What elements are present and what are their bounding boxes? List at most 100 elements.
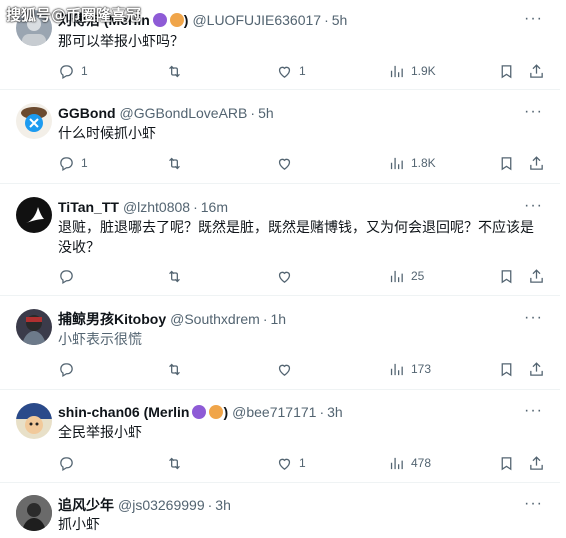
more-icon[interactable]: ··· bbox=[524, 104, 542, 125]
bookmark-button[interactable] bbox=[498, 153, 515, 173]
share-icon bbox=[530, 268, 543, 283]
reply-button[interactable]: 1 bbox=[58, 153, 88, 173]
more-icon[interactable]: ··· bbox=[524, 496, 542, 517]
views-button[interactable]: 173 bbox=[388, 359, 431, 379]
bookmark-button[interactable] bbox=[498, 359, 515, 379]
post-time[interactable]: 5h bbox=[332, 12, 348, 28]
post-actions: 1 1.8K bbox=[58, 153, 548, 173]
share-button[interactable] bbox=[528, 61, 545, 81]
more-icon[interactable]: ··· bbox=[524, 310, 542, 331]
avatar[interactable] bbox=[16, 403, 52, 439]
author-handle[interactable]: @GGBondLoveARB bbox=[120, 105, 248, 121]
repost-icon bbox=[169, 457, 180, 469]
reply-post[interactable]: GGBond @GGBondLoveARB · 5h ··· 什么时候抓小虾 1… bbox=[0, 91, 560, 184]
post-text: 抓小虾 bbox=[58, 517, 100, 533]
views-button[interactable]: 478 bbox=[388, 453, 431, 473]
share-button[interactable] bbox=[528, 153, 545, 173]
reply-post[interactable]: shin-chan06 (Merlin ) @bee717171 · 3h ··… bbox=[0, 391, 560, 483]
bookmark-button[interactable] bbox=[498, 266, 515, 286]
views-button[interactable]: 1.9K bbox=[388, 61, 436, 81]
like-count: 1 bbox=[299, 64, 306, 78]
like-button[interactable]: 1 bbox=[276, 61, 306, 81]
more-icon[interactable]: ··· bbox=[524, 11, 542, 32]
post-actions: 25 bbox=[58, 266, 548, 286]
wizard-badge-icon bbox=[169, 13, 184, 27]
avatar[interactable] bbox=[16, 103, 52, 139]
author-name[interactable]: GGBond bbox=[58, 105, 116, 121]
avatar[interactable] bbox=[16, 495, 52, 531]
views-count: 1.9K bbox=[411, 64, 436, 78]
like-icon bbox=[278, 458, 291, 470]
views-count: 478 bbox=[411, 456, 432, 470]
author-name[interactable]: 捕鲸男孩Kitoboy bbox=[58, 309, 166, 329]
more-icon[interactable]: ··· bbox=[524, 403, 542, 424]
like-button[interactable] bbox=[276, 153, 299, 173]
reply-button[interactable]: 1 bbox=[58, 61, 88, 81]
merlin-badge-icon bbox=[152, 13, 167, 27]
bookmark-icon bbox=[501, 362, 512, 376]
repost-button[interactable] bbox=[166, 61, 189, 81]
reply-count: 1 bbox=[81, 64, 88, 78]
repost-button[interactable] bbox=[166, 453, 189, 473]
author-handle[interactable]: @bee717171 bbox=[232, 404, 316, 420]
reply-icon bbox=[60, 362, 73, 377]
bookmark-button[interactable] bbox=[498, 61, 515, 81]
post-time[interactable]: 3h bbox=[327, 404, 343, 420]
reply-button[interactable] bbox=[58, 266, 81, 286]
more-icon[interactable]: ··· bbox=[524, 198, 542, 219]
views-button[interactable]: 25 bbox=[388, 266, 424, 286]
author-handle[interactable]: @Southxdrem bbox=[170, 311, 260, 327]
author-handle[interactable]: @LUOFUJIE636017 bbox=[192, 12, 321, 28]
bookmark-button[interactable] bbox=[498, 453, 515, 473]
author-handle[interactable]: @js03269999 bbox=[118, 497, 205, 513]
bookmark-icon bbox=[501, 156, 512, 170]
like-icon bbox=[278, 364, 291, 376]
author-name[interactable]: 追风少年 bbox=[58, 495, 114, 515]
separator-dot: · bbox=[319, 404, 325, 420]
author-name-suffix: ) bbox=[223, 404, 229, 420]
repost-icon bbox=[169, 65, 180, 77]
avatar[interactable] bbox=[16, 309, 52, 345]
reply-icon bbox=[60, 269, 73, 284]
repost-icon bbox=[169, 363, 180, 375]
repost-button[interactable] bbox=[166, 153, 189, 173]
author-name[interactable]: TiTan_TT bbox=[58, 199, 119, 215]
reply-icon bbox=[60, 156, 73, 171]
author-name[interactable]: shin-chan06 (Merlin bbox=[58, 404, 189, 420]
bookmark-icon bbox=[501, 456, 512, 470]
post-time[interactable]: 5h bbox=[258, 105, 274, 121]
views-count: 25 bbox=[411, 269, 425, 283]
post-text: 那可以举报小虾吗？ bbox=[58, 34, 184, 50]
share-icon bbox=[530, 361, 543, 376]
like-button[interactable]: 1 bbox=[276, 453, 306, 473]
repost-button[interactable] bbox=[166, 359, 189, 379]
share-icon bbox=[530, 455, 543, 470]
reply-post[interactable]: 捕鲸男孩Kitoboy @Southxdrem · 1h ··· 小虾表示很慌 … bbox=[0, 297, 560, 390]
share-button[interactable] bbox=[528, 453, 545, 473]
post-text: 小虾表示很慌 bbox=[58, 332, 142, 348]
share-button[interactable] bbox=[528, 266, 545, 286]
reply-post[interactable]: TiTan_TT @lzht0808 · 16m ··· 退赃，脏退哪去了呢？既… bbox=[0, 185, 560, 296]
post-actions: 173 bbox=[58, 359, 548, 379]
views-button[interactable]: 1.8K bbox=[388, 153, 436, 173]
post-time[interactable]: 3h bbox=[215, 497, 231, 513]
bookmark-icon bbox=[501, 64, 512, 78]
separator-dot: · bbox=[262, 311, 268, 327]
avatar[interactable] bbox=[16, 197, 52, 233]
views-icon bbox=[390, 457, 403, 469]
reply-post[interactable]: 追风少年 @js03269999 · 3h ··· 抓小虾 bbox=[0, 484, 560, 538]
like-icon bbox=[278, 158, 291, 170]
share-button[interactable] bbox=[528, 359, 545, 379]
post-time[interactable]: 16m bbox=[201, 199, 228, 215]
like-button[interactable] bbox=[276, 266, 299, 286]
repost-button[interactable] bbox=[166, 266, 189, 286]
separator-dot: · bbox=[250, 105, 256, 121]
author-handle[interactable]: @lzht0808 bbox=[123, 199, 190, 215]
like-button[interactable] bbox=[276, 359, 299, 379]
reply-icon bbox=[60, 64, 73, 79]
reply-button[interactable] bbox=[58, 453, 81, 473]
reply-button[interactable] bbox=[58, 359, 81, 379]
views-count: 173 bbox=[411, 362, 432, 376]
post-time[interactable]: 1h bbox=[270, 311, 286, 327]
wizard-badge-icon bbox=[209, 405, 224, 419]
